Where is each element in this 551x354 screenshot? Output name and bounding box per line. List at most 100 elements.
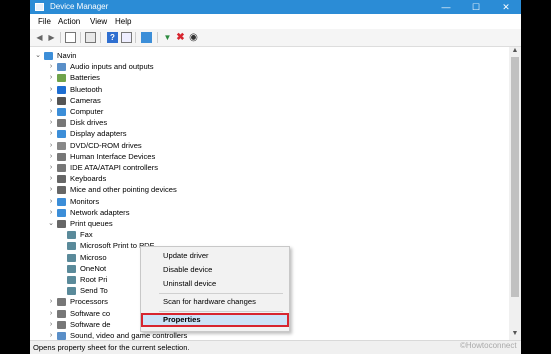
tree-item-label: Microso [80, 252, 107, 262]
chevron-right-icon[interactable]: › [47, 151, 55, 162]
printer-icon [67, 242, 76, 251]
menu-scan-hardware[interactable]: Scan for hardware changes [141, 296, 289, 308]
tree-item-label: Keyboards [70, 174, 107, 184]
menu-disable-device[interactable]: Disable device [141, 264, 289, 276]
toolbar: ◀ ▶ ? ▼ ✖ ◉ [30, 29, 521, 47]
help-icon[interactable]: ? [107, 32, 118, 43]
toolbar-separator [157, 32, 158, 43]
uninstall-device-label: Uninstall device [163, 279, 217, 288]
tree-item-label: Disk drives [70, 118, 108, 128]
menu-file[interactable]: File [38, 17, 51, 27]
tree-item-label: Mice and other pointing devices [70, 185, 177, 195]
tree-item-label: Network adapters [70, 207, 130, 217]
tree-item-label: Fax [80, 230, 93, 240]
chevron-right-icon[interactable]: › [47, 319, 55, 330]
scrollbar-thumb[interactable] [511, 57, 519, 297]
menu-bar: File Action View Help [30, 14, 521, 29]
chevron-right-icon[interactable]: › [47, 128, 55, 139]
tree-item-label: Send To [80, 286, 108, 296]
toolbar-separator [100, 32, 101, 43]
printer-icon [57, 220, 66, 228]
disable-device-label: Disable device [163, 265, 213, 274]
printer-icon [67, 253, 76, 262]
monitor-icon[interactable] [141, 32, 152, 43]
disk-icon [57, 119, 66, 128]
forward-icon[interactable]: ▶ [46, 32, 57, 43]
camera-icon [57, 96, 66, 105]
menu-update-driver[interactable]: Update driver [141, 250, 289, 262]
context-menu: Update driver Disable device Uninstall d… [140, 246, 290, 332]
software-icon [57, 320, 66, 329]
uninstall-icon[interactable]: ✖ [175, 32, 186, 43]
chevron-right-icon[interactable]: › [47, 84, 55, 95]
chevron-right-icon[interactable]: › [47, 330, 55, 340]
chevron-right-icon[interactable]: › [47, 184, 55, 195]
tree-item-label: Processors [70, 297, 108, 307]
watermark: ©Howtoconnect [460, 341, 517, 350]
monitor-icon [57, 197, 66, 206]
tree-item-label: Display adapters [70, 129, 127, 139]
chevron-right-icon[interactable]: › [47, 196, 55, 207]
chevron-right-icon[interactable]: › [47, 207, 55, 218]
scan-hardware-label: Scan for hardware changes [163, 297, 256, 306]
chevron-down-icon[interactable]: ⌄ [47, 218, 55, 229]
printer-icon [67, 231, 76, 240]
tree-item-label: DVD/CD-ROM drives [70, 140, 142, 150]
keyboard-icon [57, 175, 66, 184]
menu-uninstall-device[interactable]: Uninstall device [141, 278, 289, 290]
view-icon[interactable] [121, 32, 132, 43]
chevron-right-icon[interactable]: › [47, 72, 55, 83]
printer-icon [67, 287, 76, 296]
toolbar-separator [135, 32, 136, 43]
chevron-right-icon[interactable]: › [47, 61, 55, 72]
scroll-down-icon[interactable]: ▼ [509, 330, 521, 337]
tree-item-label: Monitors [70, 196, 100, 206]
show-hide-icon[interactable] [65, 32, 76, 43]
chevron-right-icon[interactable]: › [47, 308, 55, 319]
tree-item-label: Print queues [70, 219, 113, 228]
network-icon [57, 208, 66, 217]
tree-item-label: Audio inputs and outputs [70, 62, 154, 72]
battery-icon [57, 74, 66, 83]
chevron-right-icon[interactable]: › [47, 117, 55, 128]
printer-icon [67, 264, 76, 273]
dvd-icon [57, 141, 66, 150]
menu-properties[interactable]: Properties [141, 313, 289, 327]
chevron-right-icon[interactable]: › [47, 173, 55, 184]
tree-item-label: Software de [70, 319, 111, 329]
computer-icon [44, 52, 53, 60]
menu-view[interactable]: View [90, 17, 107, 27]
device-manager-window: Device Manager — ☐ ✕ File Action View He… [30, 0, 521, 354]
maximize-button[interactable]: ☐ [461, 0, 491, 14]
bluetooth-icon [57, 85, 66, 94]
properties-icon[interactable] [85, 32, 96, 43]
chevron-right-icon[interactable]: › [47, 95, 55, 106]
chevron-right-icon[interactable]: › [47, 162, 55, 173]
printer-icon [67, 276, 76, 284]
chevron-right-icon[interactable]: › [47, 296, 55, 307]
tree-item-label: Root Pri [80, 275, 108, 284]
toolbar-separator [60, 32, 61, 43]
menu-action[interactable]: Action [58, 17, 80, 27]
properties-label: Properties [163, 315, 201, 324]
scan-icon[interactable]: ◉ [188, 32, 199, 43]
display-icon [57, 130, 66, 139]
back-icon[interactable]: ◀ [34, 32, 45, 43]
minimize-button[interactable]: — [431, 0, 461, 14]
status-text: Opens property sheet for the current sel… [33, 343, 190, 352]
chevron-right-icon[interactable]: › [47, 140, 55, 151]
chevron-down-icon[interactable]: ⌄ [34, 50, 42, 61]
hid-icon [57, 152, 66, 161]
chevron-right-icon[interactable]: › [47, 106, 55, 117]
close-button[interactable]: ✕ [491, 0, 521, 14]
tree-item-label: OneNot [80, 263, 107, 273]
menu-help[interactable]: Help [115, 17, 131, 27]
tree-item-label: Bluetooth [70, 84, 103, 94]
sound-icon [57, 332, 66, 340]
vertical-scrollbar[interactable]: ▲ ▼ [509, 47, 521, 340]
processor-icon [57, 298, 66, 307]
toolbar-separator [80, 32, 81, 43]
scroll-up-icon[interactable]: ▲ [509, 47, 521, 54]
menu-separator [159, 311, 283, 312]
update-driver-icon[interactable]: ▼ [162, 32, 173, 43]
